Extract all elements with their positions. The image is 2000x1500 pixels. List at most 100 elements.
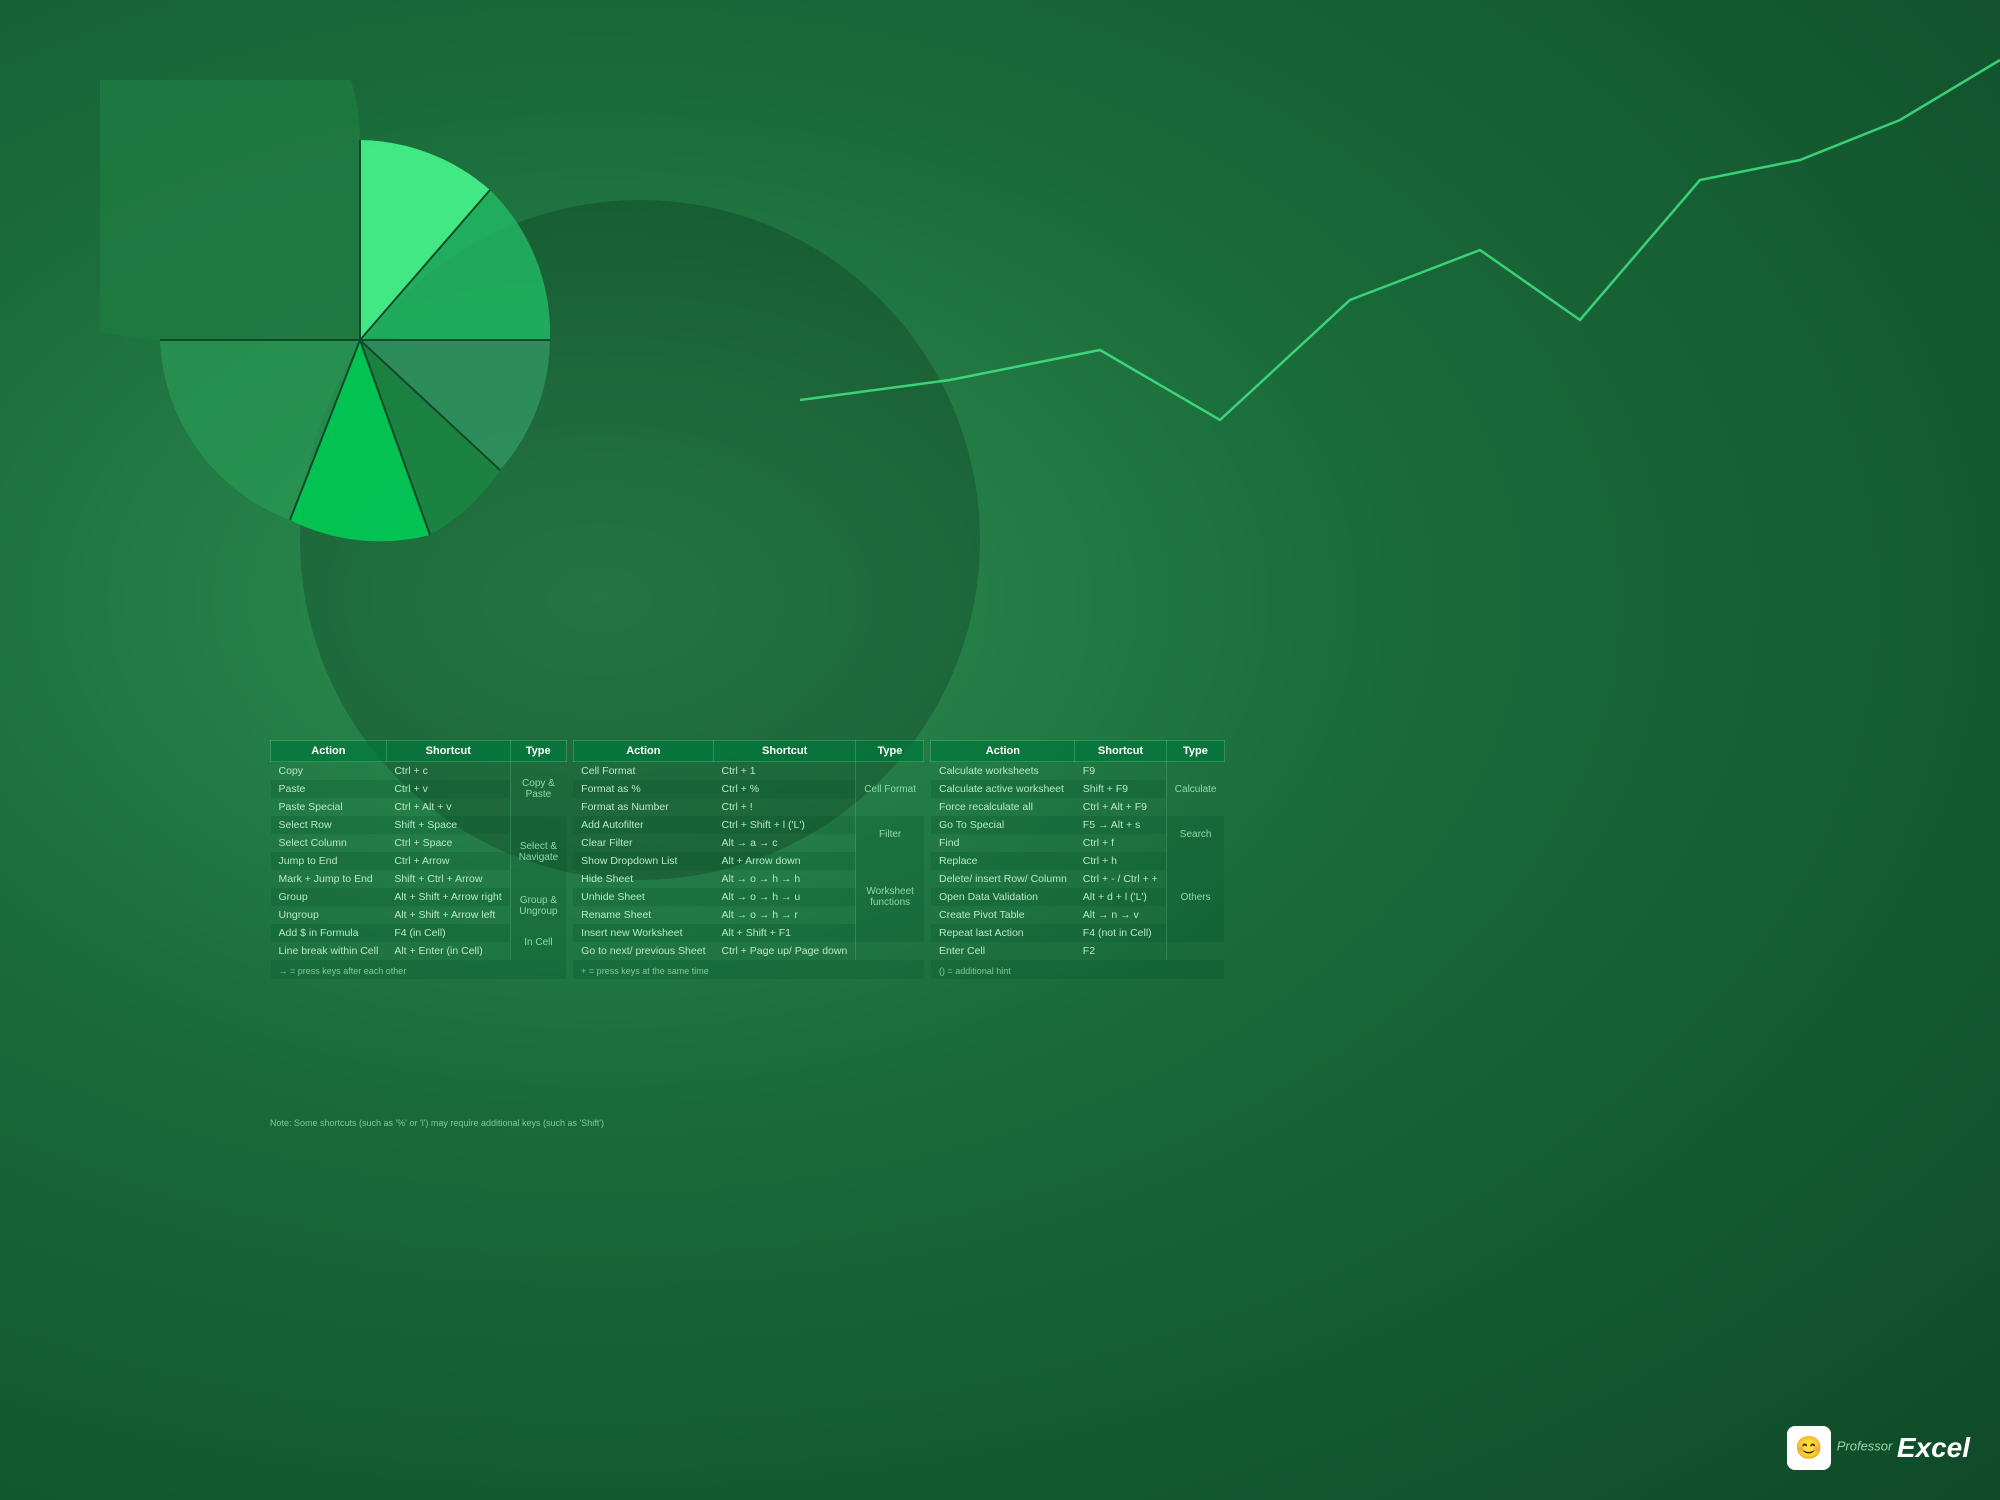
action-paste: Paste	[271, 780, 387, 798]
type-nav	[856, 942, 924, 960]
action-unhide-sheet: Unhide Sheet	[573, 888, 713, 906]
notes-row: → = press keys after each other	[271, 960, 567, 979]
type-cell-format: Cell Format	[856, 762, 924, 817]
shortcut-format-pct: Ctrl + %	[714, 780, 856, 798]
type-copy-paste: Copy &Paste	[510, 762, 566, 817]
action-clear-filter: Clear Filter	[573, 834, 713, 852]
shortcut-enter-cell: F2	[1075, 942, 1166, 960]
shortcut-next-sheet: Ctrl + Page up/ Page down	[714, 942, 856, 960]
type-search: Search	[1166, 816, 1224, 852]
type-filter: Filter	[856, 816, 924, 852]
t1-header-type: Type	[510, 741, 566, 762]
footer-note: Note: Some shortcuts (such as '%' or 'l'…	[270, 1118, 604, 1128]
shortcut-group: Alt + Shift + Arrow right	[386, 888, 510, 906]
shortcut-dropdown: Alt + Arrow down	[714, 852, 856, 870]
table-row: Go To Special F5 → Alt + s Search	[931, 816, 1225, 834]
logo-icon: 😊	[1787, 1426, 1831, 1470]
shortcut-force-recalc: Ctrl + Alt + F9	[1075, 798, 1166, 816]
table-row: Add Autofilter Ctrl + Shift + l ('L') Fi…	[573, 816, 924, 834]
table-row: Show Dropdown List Alt + Arrow down Work…	[573, 852, 924, 870]
shortcut-mark-jump: Shift + Ctrl + Arrow	[386, 870, 510, 888]
shortcut-add-dollar: F4 (in Cell)	[386, 924, 510, 942]
shortcut-clear-filter: Alt → a → c	[714, 834, 856, 852]
shortcut-jump-end: Ctrl + Arrow	[386, 852, 510, 870]
action-next-sheet: Go to next/ previous Sheet	[573, 942, 713, 960]
t2-header-shortcut: Shortcut	[714, 741, 856, 762]
type-group-ungroup: Group &Ungroup	[510, 888, 566, 924]
action-rename-sheet: Rename Sheet	[573, 906, 713, 924]
table-1: Action Shortcut Type Copy Ctrl + c Copy …	[270, 740, 567, 979]
action-mark-jump: Mark + Jump to End	[271, 870, 387, 888]
logo-emoji: 😊	[1795, 1435, 1822, 1461]
action-force-recalc: Force recalculate all	[931, 798, 1075, 816]
shortcut-find: Ctrl + f	[1075, 834, 1166, 852]
shortcut-cell-format: Ctrl + 1	[714, 762, 856, 781]
t1-header-action: Action	[271, 741, 387, 762]
shortcut-pivot: Alt → n → v	[1075, 906, 1166, 924]
action-autofilter: Add Autofilter	[573, 816, 713, 834]
type-calculate: Calculate	[1166, 762, 1224, 817]
tables-container: Action Shortcut Type Copy Ctrl + c Copy …	[270, 740, 1225, 979]
t3-header-type: Type	[1166, 741, 1224, 762]
shortcut-format-num: Ctrl + !	[714, 798, 856, 816]
notes-row-3: () = additional hint	[931, 960, 1225, 979]
t2-header-type: Type	[856, 741, 924, 762]
line-chart	[800, 0, 2000, 600]
notes-row-2: + = press keys at the same time	[573, 960, 924, 979]
type-empty	[1166, 942, 1224, 960]
shortcut-del-ins-row: Ctrl + - / Ctrl + +	[1075, 870, 1166, 888]
action-select-col: Select Column	[271, 834, 387, 852]
logo-text-container: Professor Excel	[1837, 1432, 1970, 1464]
type-in-cell: In Cell	[510, 924, 566, 960]
table-row: Add $ in Formula F4 (in Cell) In Cell	[271, 924, 567, 942]
action-insert-ws: Insert new Worksheet	[573, 924, 713, 942]
action-dropdown: Show Dropdown List	[573, 852, 713, 870]
action-replace: Replace	[931, 852, 1075, 870]
table-row: Group Alt + Shift + Arrow right Group &U…	[271, 888, 567, 906]
action-calc-ws: Calculate worksheets	[931, 762, 1075, 781]
shortcut-rename-sheet: Alt → o → h → r	[714, 906, 856, 924]
table-2: Action Shortcut Type Cell Format Ctrl + …	[573, 740, 925, 979]
shortcut-calc-active: Shift + F9	[1075, 780, 1166, 798]
action-find: Find	[931, 834, 1075, 852]
table-row: Calculate worksheets F9 Calculate	[931, 762, 1225, 781]
shortcut-replace: Ctrl + h	[1075, 852, 1166, 870]
table-row: Go to next/ previous Sheet Ctrl + Page u…	[573, 942, 924, 960]
shortcut-paste-special: Ctrl + Alt + v	[386, 798, 510, 816]
shortcut-autofilter: Ctrl + Shift + l ('L')	[714, 816, 856, 834]
action-go-special: Go To Special	[931, 816, 1075, 834]
action-line-break: Line break within Cell	[271, 942, 387, 960]
table-3: Action Shortcut Type Calculate worksheet…	[930, 740, 1225, 979]
shortcut-repeat: F4 (not in Cell)	[1075, 924, 1166, 942]
action-hide-sheet: Hide Sheet	[573, 870, 713, 888]
t2-header-action: Action	[573, 741, 713, 762]
note-hint: () = additional hint	[931, 960, 1225, 979]
logo: 😊 Professor Excel	[1787, 1426, 1970, 1470]
action-add-dollar: Add $ in Formula	[271, 924, 387, 942]
logo-name: Excel	[1897, 1432, 1970, 1463]
action-data-validation: Open Data Validation	[931, 888, 1075, 906]
logo-prefix: Professor	[1837, 1439, 1893, 1454]
shortcut-copy: Ctrl + c	[386, 762, 510, 781]
action-jump-end: Jump to End	[271, 852, 387, 870]
table-row: Cell Format Ctrl + 1 Cell Format	[573, 762, 924, 781]
shortcut-paste: Ctrl + v	[386, 780, 510, 798]
action-group: Group	[271, 888, 387, 906]
table-row: Copy Ctrl + c Copy &Paste	[271, 762, 567, 781]
shortcut-insert-ws: Alt + Shift + F1	[714, 924, 856, 942]
action-ungroup: Ungroup	[271, 906, 387, 924]
type-worksheet: Worksheetfunctions	[856, 852, 924, 942]
type-others: Others	[1166, 852, 1224, 942]
shortcut-hide-sheet: Alt → o → h → h	[714, 870, 856, 888]
t3-header-action: Action	[931, 741, 1075, 762]
note-arrows: → = press keys after each other	[271, 960, 567, 979]
action-paste-special: Paste Special	[271, 798, 387, 816]
action-select-row: Select Row	[271, 816, 387, 834]
shortcut-line-break: Alt + Enter (in Cell)	[386, 942, 510, 960]
action-enter-cell: Enter Cell	[931, 942, 1075, 960]
t3-header-shortcut: Shortcut	[1075, 741, 1166, 762]
t1-header-shortcut: Shortcut	[386, 741, 510, 762]
pie-chart	[100, 80, 620, 600]
type-select-navigate: Select &Navigate	[510, 816, 566, 888]
shortcut-select-row: Shift + Space	[386, 816, 510, 834]
